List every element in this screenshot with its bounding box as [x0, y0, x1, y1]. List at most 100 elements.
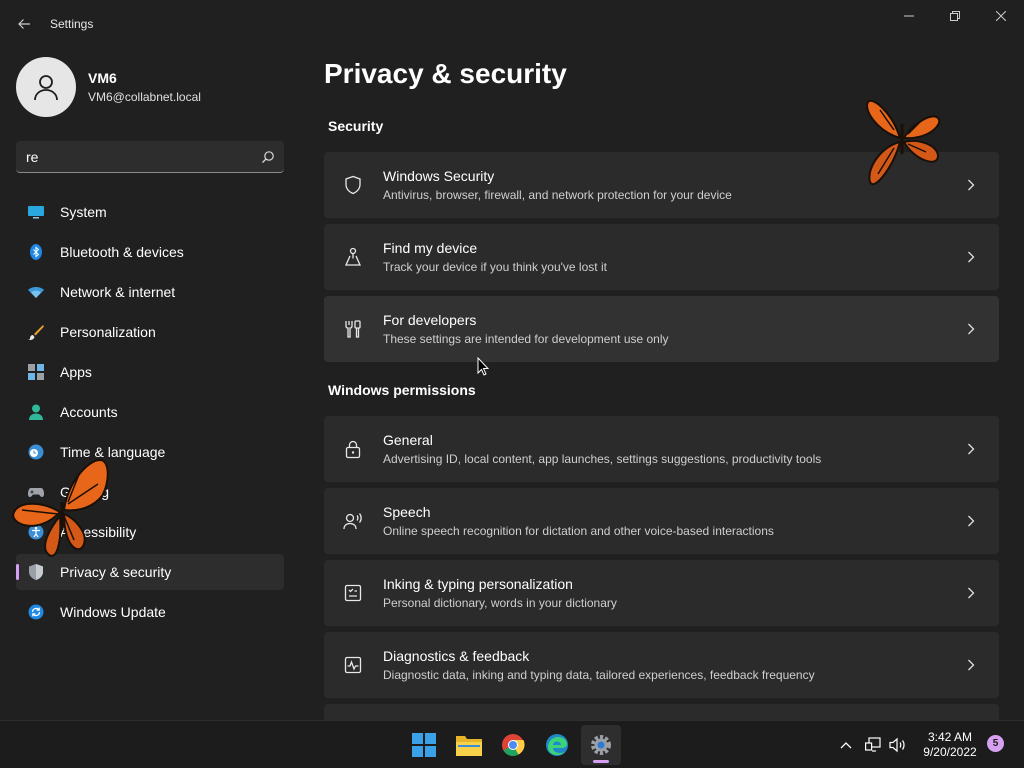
- sidebar-item-accessibility[interactable]: Accessibility: [16, 514, 284, 550]
- profile-email: VM6@collabnet.local: [88, 90, 201, 104]
- window-controls: [886, 0, 1024, 32]
- wifi-icon: [28, 284, 44, 300]
- close-icon: [996, 11, 1006, 21]
- search-input[interactable]: [16, 141, 252, 172]
- sidebar-item-gaming[interactable]: Gaming: [16, 474, 284, 510]
- brush-icon: [28, 324, 44, 340]
- card-description: Diagnostic data, inking and typing data,…: [383, 668, 815, 682]
- chevron-right-icon: [963, 657, 979, 673]
- apps-icon: [28, 364, 44, 380]
- search-button[interactable]: [252, 141, 284, 173]
- card-description: Advertising ID, local content, app launc…: [383, 452, 822, 466]
- chevron-right-icon: [963, 249, 979, 265]
- chevron-up-icon: [840, 742, 852, 749]
- profile-name: VM6: [88, 70, 117, 86]
- settings-button[interactable]: [581, 725, 621, 765]
- clock-date: 9/20/2022: [923, 745, 977, 759]
- monitor-icon: [28, 204, 44, 220]
- sidebar-item-time-language[interactable]: Time & language: [16, 434, 284, 470]
- sidebar-item-windows-update[interactable]: Windows Update: [16, 594, 284, 630]
- inking-icon: [343, 583, 363, 603]
- sidebar-item-personalization[interactable]: Personalization: [16, 314, 284, 350]
- find-device-icon: [343, 247, 363, 267]
- search-icon: [262, 150, 274, 163]
- sidebar-item-label: Time & language: [60, 444, 166, 460]
- card-description: Track your device if you think you've lo…: [383, 260, 607, 274]
- general-card[interactable]: General Advertising ID, local content, a…: [324, 416, 999, 482]
- network-tray-button[interactable]: [862, 721, 884, 768]
- edge-button[interactable]: [537, 725, 577, 765]
- chrome-button[interactable]: [493, 725, 533, 765]
- inking-typing-card[interactable]: Inking & typing personalization Personal…: [324, 560, 999, 626]
- diagnostics-icon: [343, 655, 363, 675]
- sidebar-item-network-internet[interactable]: Network & internet: [16, 274, 284, 310]
- mouse-cursor-icon: [477, 357, 489, 376]
- card-description: These settings are intended for developm…: [383, 332, 669, 346]
- file-explorer-button[interactable]: [449, 725, 489, 765]
- sidebar-item-label: Bluetooth & devices: [60, 244, 184, 260]
- sidebar-item-label: Network & internet: [60, 284, 176, 300]
- chevron-right-icon: [963, 585, 979, 601]
- developer-tools-icon: [343, 319, 363, 339]
- for-developers-card[interactable]: For developers These settings are intend…: [324, 296, 999, 362]
- sidebar-item-label: Gaming: [60, 484, 110, 500]
- chrome-icon: [502, 734, 525, 756]
- speech-card[interactable]: Speech Online speech recognition for dic…: [324, 488, 999, 554]
- find-my-device-card[interactable]: Find my device Track your device if you …: [324, 224, 999, 290]
- diagnostics-feedback-card[interactable]: Diagnostics & feedback Diagnostic data, …: [324, 632, 999, 698]
- start-button[interactable]: [404, 725, 444, 765]
- user-profile[interactable]: VM6 VM6@collabnet.local: [16, 57, 201, 117]
- file-explorer-icon: [456, 736, 482, 756]
- card-description: Antivirus, browser, firewall, and networ…: [383, 188, 732, 202]
- start-icon: [412, 733, 436, 757]
- sidebar-item-system[interactable]: System: [16, 194, 284, 230]
- gamepad-icon: [28, 484, 44, 500]
- chevron-right-icon: [963, 513, 979, 529]
- update-icon: [28, 604, 44, 620]
- accessibility-icon: [28, 524, 44, 540]
- restore-button[interactable]: [932, 0, 978, 32]
- sidebar-item-label: Privacy & security: [60, 564, 172, 580]
- sidebar-item-apps[interactable]: Apps: [16, 354, 284, 390]
- system-clock[interactable]: 3:42 AM 9/20/2022: [912, 730, 988, 760]
- windows-security-card[interactable]: Windows Security Antivirus, browser, fir…: [324, 152, 999, 218]
- sidebar: VM6 VM6@collabnet.local System Bluetooth…: [0, 48, 300, 720]
- sidebar-item-label: Accessibility: [60, 524, 137, 540]
- sidebar-item-bluetooth-devices[interactable]: Bluetooth & devices: [16, 234, 284, 270]
- shield-outline-icon: [343, 175, 363, 195]
- clock-globe-icon: [28, 444, 44, 460]
- card-title: Diagnostics & feedback: [383, 648, 530, 664]
- sidebar-item-label: Windows Update: [60, 604, 166, 620]
- sidebar-item-label: Accounts: [60, 404, 118, 420]
- main-content: Privacy & security Security Windows Secu…: [324, 48, 1000, 720]
- section-title-security: Security: [328, 118, 384, 134]
- edge-icon: [546, 734, 568, 756]
- volume-tray-button[interactable]: [886, 721, 910, 768]
- person-icon: [28, 404, 44, 420]
- sidebar-item-privacy-security[interactable]: Privacy & security: [16, 554, 284, 590]
- nav-list: System Bluetooth & devices Network & int…: [16, 194, 284, 634]
- section-title-windows-permissions: Windows permissions: [328, 382, 476, 398]
- show-hidden-icons-button[interactable]: [834, 721, 858, 768]
- taskbar: 3:42 AM 9/20/2022: [0, 720, 1024, 768]
- chevron-right-icon: [963, 441, 979, 457]
- app-title: Settings: [50, 17, 94, 31]
- close-button[interactable]: [978, 0, 1024, 32]
- sidebar-item-label: Apps: [60, 364, 92, 380]
- back-arrow-icon: [18, 19, 30, 29]
- clock-time: 3:42 AM: [927, 730, 973, 744]
- minimize-button[interactable]: [886, 0, 932, 32]
- avatar: [16, 57, 76, 117]
- page-title: Privacy & security: [324, 58, 567, 89]
- sidebar-item-accounts[interactable]: Accounts: [16, 394, 284, 430]
- notification-badge[interactable]: 5: [987, 735, 1004, 752]
- sidebar-item-label: System: [60, 204, 107, 220]
- search-box: [16, 141, 284, 173]
- back-button[interactable]: [12, 12, 36, 36]
- volume-icon: [889, 737, 905, 753]
- card-title: Find my device: [383, 240, 478, 256]
- card-title: Speech: [383, 504, 431, 520]
- card-title: Windows Security: [383, 168, 495, 184]
- card-title: For developers: [383, 312, 477, 328]
- next-card-partial[interactable]: [324, 704, 999, 720]
